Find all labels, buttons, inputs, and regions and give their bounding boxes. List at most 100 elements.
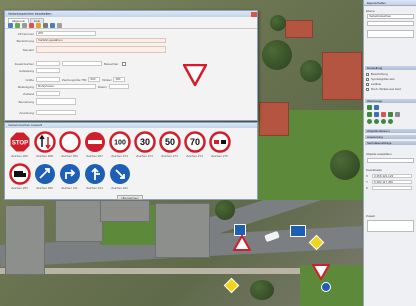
field-label: Zustand [23, 91, 34, 96]
map-sign-marker[interactable] [290, 225, 306, 237]
sign-option[interactable]: Zeichen 209 [32, 163, 57, 190]
sign-caption: Zeichen 222 [111, 186, 128, 190]
add-icon[interactable] [15, 23, 20, 28]
remark-field[interactable] [36, 98, 76, 105]
sign-option[interactable]: Zeichen 222 [107, 163, 132, 190]
display-option[interactable]: Leitlinie [366, 82, 415, 86]
save-icon[interactable] [8, 23, 13, 28]
settings-icon[interactable] [57, 23, 62, 28]
select-objects-field[interactable] [367, 158, 414, 163]
circle-icon[interactable] [381, 119, 386, 124]
checkbox[interactable] [366, 87, 369, 91]
layer-select[interactable]: Verkehrszeichen [367, 14, 414, 19]
sign-number-field[interactable]: 205 [36, 31, 96, 36]
additional-sign-text[interactable] [62, 61, 102, 66]
display-section[interactable]: Darstellung [365, 66, 416, 70]
search-icon[interactable] [22, 23, 27, 28]
mounting-field[interactable] [36, 68, 60, 73]
sign-palette: Verkehrszeichen Auswahl STOP Zeichen 206… [4, 122, 258, 200]
checkbox[interactable] [366, 72, 369, 76]
order-field[interactable] [36, 110, 76, 115]
sign-option[interactable]: 30 Zeichen 274 [132, 131, 157, 158]
speed-limit-icon: 70 [183, 131, 206, 153]
field-label: Standort [22, 47, 34, 52]
option-label: Symbolgröße fest [371, 77, 395, 81]
sign-option[interactable]: 50 Zeichen 274 [157, 131, 182, 158]
snap-icon[interactable] [395, 112, 400, 117]
field-label: Anordnung [19, 110, 34, 115]
attribute-query-section[interactable]: Sachdatenabfrage [365, 141, 416, 145]
copy-object-icon[interactable] [388, 112, 393, 117]
illuminated-checkbox[interactable] [122, 61, 127, 66]
coordinates-label: Koordinaten [366, 168, 383, 172]
tree [215, 200, 235, 220]
building-roof [5, 205, 45, 275]
display-option[interactable]: Beschriftung [366, 72, 415, 76]
sign-option[interactable]: Zeichen 267 [82, 131, 107, 158]
sign-option[interactable]: Zeichen 276 [207, 131, 232, 158]
edit-icon[interactable] [36, 23, 41, 28]
location-field[interactable] [36, 46, 166, 53]
sign-caption: Zeichen 214 [86, 186, 103, 190]
sign-option[interactable]: Zeichen 208 [32, 131, 57, 158]
map-yield-marker[interactable] [312, 264, 330, 280]
coordinate-row: X 3 456 421.123 [366, 174, 415, 178]
delete-icon[interactable] [29, 23, 34, 28]
object-functions-section[interactable]: Objektfunktionen [365, 129, 416, 133]
application-window: Verkehrszeichen bearbeiten Allgemein Fot… [0, 0, 416, 306]
sign-option[interactable]: Zeichen 214 [82, 163, 107, 190]
extra-field[interactable] [367, 220, 414, 232]
map-priority-marker[interactable] [223, 277, 240, 294]
copy-icon[interactable] [50, 23, 55, 28]
evaluation-section[interactable]: Auswertung [365, 135, 416, 139]
checkbox[interactable] [366, 77, 369, 81]
sign-option[interactable]: 70 Zeichen 274 [182, 131, 207, 158]
rotate-icon[interactable] [374, 112, 379, 117]
panel-title: Eigenschaften [364, 0, 416, 6]
display-option[interactable]: Dreh.-Winkel aus Feld [366, 87, 415, 91]
fastening-field[interactable]: Rohrpfosten [36, 84, 96, 89]
angle-label: Winkel [102, 77, 112, 82]
coordinate-x-field[interactable]: 3 456 421.123 [372, 174, 412, 178]
checkbox[interactable] [366, 82, 369, 86]
no-overtaking-icon [208, 131, 231, 153]
size-field[interactable] [36, 77, 60, 82]
circle-icon[interactable] [367, 119, 372, 124]
sign-option[interactable]: STOP Zeichen 206 [7, 131, 32, 158]
coordinate-y-field[interactable]: 5 482 117.456 [372, 180, 412, 184]
tree [300, 60, 322, 82]
additional-sign-field[interactable] [36, 61, 60, 66]
field-label: Bemerkung [18, 99, 34, 104]
condition-field[interactable] [36, 91, 60, 96]
field-label: Aufstellung [19, 68, 34, 73]
layer-list[interactable] [367, 30, 414, 38]
description-field[interactable]: Vorfahrt gewähren [36, 38, 166, 43]
tools-section[interactable]: Werkzeuge [365, 99, 416, 103]
date-field[interactable] [108, 84, 129, 89]
close-icon[interactable] [251, 11, 257, 17]
map-mandatory-marker[interactable] [321, 282, 331, 292]
print-icon[interactable] [43, 23, 48, 28]
coordinate-z-field[interactable] [372, 186, 412, 190]
speed-value: 30 [139, 137, 149, 147]
delete-object-icon[interactable] [381, 112, 386, 117]
display-option[interactable]: Symbolgröße fest [366, 77, 415, 81]
sign-option[interactable]: 100 Zeichen 274 [107, 131, 132, 158]
move-icon[interactable] [367, 112, 372, 117]
tools-row [367, 119, 393, 124]
sign-option[interactable]: Zeichen 253 [7, 163, 32, 190]
map-warning-marker[interactable] [233, 235, 251, 251]
tree [270, 15, 286, 31]
edit-sign-dialog: Verkehrszeichen bearbeiten Allgemein Fot… [4, 10, 258, 121]
circle-icon[interactable] [374, 119, 379, 124]
draw-point-icon[interactable] [367, 105, 372, 110]
sign-option[interactable]: Zeichen 211 [57, 163, 82, 190]
sign-caption: Zeichen 267 [86, 154, 103, 158]
angle-field[interactable]: 180 [113, 77, 126, 82]
circle-icon[interactable] [388, 119, 393, 124]
draw-line-icon[interactable] [374, 105, 379, 110]
apply-button[interactable]: Übernehmen [117, 195, 143, 200]
sign-option[interactable]: Zeichen 250 [57, 131, 82, 158]
layer-filter-input[interactable] [367, 21, 414, 26]
sign-size-field[interactable]: 600 [88, 77, 101, 82]
